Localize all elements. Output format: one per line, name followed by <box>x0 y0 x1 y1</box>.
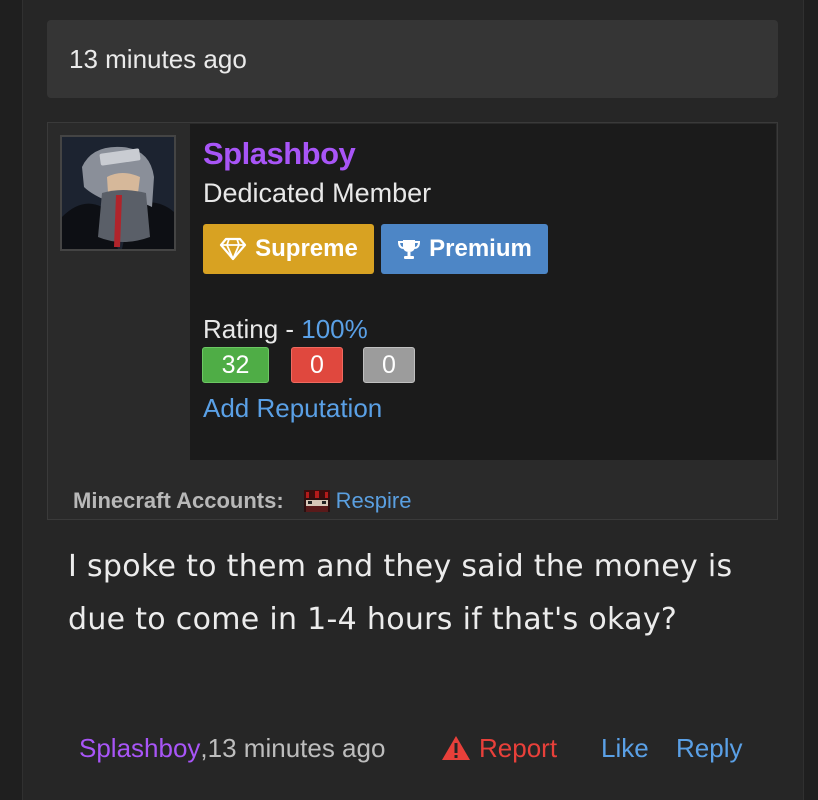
post-time-label: 13 minutes ago <box>69 43 247 74</box>
username[interactable]: Splashboy <box>203 136 356 172</box>
avatar[interactable] <box>60 135 176 251</box>
report-button[interactable]: Report <box>441 733 557 764</box>
supreme-badge: Supreme <box>203 224 374 274</box>
minecraft-head-icon <box>303 490 330 512</box>
supreme-badge-label: Supreme <box>255 235 358 262</box>
footer-time: 13 minutes ago <box>207 732 386 763</box>
minecraft-accounts: Minecraft Accounts: Respire <box>73 488 411 514</box>
trophy-icon <box>398 240 421 259</box>
footer-author-link[interactable]: Splashboy <box>79 733 200 764</box>
minecraft-account-link[interactable]: Respire <box>336 488 412 514</box>
post-message: I spoke to them and they said the money … <box>68 549 733 637</box>
premium-badge: Premium <box>381 224 548 274</box>
diamond-icon <box>220 237 247 261</box>
rating-label: Rating - <box>203 314 302 344</box>
premium-badge-label: Premium <box>429 235 532 262</box>
positive-reputation-count[interactable]: 32 <box>202 347 269 383</box>
neutral-reputation-count[interactable]: 0 <box>363 347 415 383</box>
avatar-image <box>62 137 174 249</box>
post-footer: Splashboy, 13 minutes ago Report Like Re… <box>79 728 759 768</box>
like-button[interactable]: Like <box>601 733 649 764</box>
footer-separator: , <box>200 732 208 763</box>
add-reputation-link[interactable]: Add Reputation <box>203 393 382 424</box>
minecraft-accounts-label: Minecraft Accounts: <box>73 488 284 513</box>
reply-button[interactable]: Reply <box>676 733 742 764</box>
negative-reputation-count[interactable]: 0 <box>291 347 343 383</box>
user-title: Dedicated Member <box>203 178 432 208</box>
post-time-header: 13 minutes ago <box>47 20 778 98</box>
report-label: Report <box>479 732 558 763</box>
warning-icon <box>442 736 470 760</box>
rating-percent: 100% <box>301 314 368 344</box>
rating: Rating - 100% <box>203 314 368 345</box>
